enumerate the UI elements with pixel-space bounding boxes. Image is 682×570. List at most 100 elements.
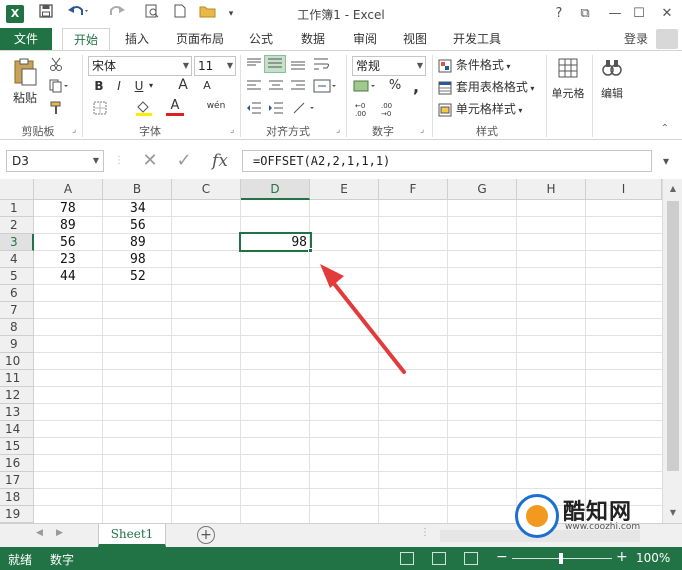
vertical-scrollbar[interactable]: ▲ ▼ [662,179,682,523]
redo-icon[interactable] [104,4,132,24]
row-header[interactable]: 11 [0,370,34,387]
tab-home[interactable]: 开始 [62,28,110,51]
row-header[interactable]: 8 [0,319,34,336]
column-header[interactable]: E [310,179,379,200]
formula-input[interactable]: =OFFSET(A2,2,1,1,1) [242,150,652,172]
increase-decimal-icon[interactable]: ←0.00 [354,101,372,118]
cells-icon[interactable] [556,57,580,81]
scrollbar-thumb[interactable] [667,201,679,471]
currency-icon[interactable] [352,79,378,95]
format-as-table-button[interactable]: 套用表格格式 ▾ [438,78,544,96]
cell-a5[interactable]: 44 [60,268,76,285]
row-header[interactable]: 17 [0,472,34,489]
column-header[interactable]: A [34,179,103,200]
number-format-combo[interactable]: 常规 ▼ [352,56,426,76]
align-middle-icon[interactable] [264,55,286,73]
minimize-icon[interactable]: — [604,3,626,25]
zoom-level[interactable]: 100% [636,551,670,565]
editing-button[interactable]: 编辑 [596,85,628,101]
row-header-selected[interactable]: 3 [0,234,34,251]
column-header[interactable]: I [586,179,662,200]
underline-button[interactable]: U [132,79,146,93]
shrink-font-button[interactable]: A [200,79,214,92]
sheet-next-icon[interactable]: ▶ [56,528,63,538]
cell-b2[interactable]: 56 [130,217,146,234]
column-header[interactable]: B [103,179,172,200]
conditional-formatting-button[interactable]: 条件格式 ▾ [438,56,542,74]
align-left-icon[interactable] [246,79,262,93]
help-icon[interactable]: ? [548,3,570,25]
row-header[interactable]: 16 [0,455,34,472]
copy-icon[interactable] [48,79,72,95]
zoom-out-button[interactable]: − [496,549,508,565]
percent-button[interactable]: % [388,78,402,93]
row-header[interactable]: 5 [0,268,34,285]
row-header[interactable]: 10 [0,353,34,370]
cells-button[interactable]: 单元格 [548,85,588,101]
increase-indent-icon[interactable] [268,101,284,115]
cancel-icon[interactable]: ✕ [138,150,162,172]
decrease-decimal-icon[interactable]: .00 →0 [380,101,398,118]
zoom-slider-thumb[interactable] [559,553,563,564]
align-top-icon[interactable] [246,57,262,71]
fill-color-icon[interactable] [134,99,154,117]
font-size-combo[interactable]: 11 ▼ [194,56,236,76]
bold-button[interactable]: B [92,79,106,93]
tab-data[interactable]: 数据 [292,28,334,50]
wrap-text-icon[interactable] [312,57,332,71]
tab-formulas[interactable]: 公式 [240,28,282,50]
align-center-icon[interactable] [268,79,284,93]
cell-b3[interactable]: 89 [130,234,146,251]
cell-b5[interactable]: 52 [130,268,146,285]
cell-b1[interactable]: 34 [130,200,146,217]
select-all-corner[interactable] [0,179,34,200]
cell-a1[interactable]: 78 [60,200,76,217]
column-header[interactable]: H [517,179,586,200]
scroll-down-icon[interactable]: ▼ [663,505,682,521]
expand-formula-bar-icon[interactable]: ▾ [655,150,677,172]
row-header[interactable]: 12 [0,387,34,404]
number-launcher-icon[interactable]: ⌟ [420,125,424,135]
orientation-icon[interactable] [292,101,316,115]
ribbon-display-icon[interactable]: ⧉ [574,3,596,25]
row-header[interactable]: 2 [0,217,34,234]
font-color-icon[interactable]: A [166,99,184,117]
cell-a3[interactable]: 56 [60,234,76,251]
border-icon[interactable] [92,101,108,117]
close-icon[interactable]: ✕ [656,3,678,25]
cell-a4[interactable]: 23 [60,251,76,268]
open-folder-icon[interactable] [196,4,220,24]
cut-icon[interactable] [48,57,64,73]
column-header[interactable]: F [379,179,448,200]
collapse-ribbon-icon[interactable]: ⌃ [658,123,672,134]
tab-split-handle-icon[interactable]: ⋮ [420,527,430,538]
tab-page-layout[interactable]: 页面布局 [168,28,232,50]
page-break-view-icon[interactable] [464,552,478,565]
decrease-indent-icon[interactable] [246,101,262,115]
cell-styles-button[interactable]: 单元格样式 ▾ [438,100,538,118]
clipboard-launcher-icon[interactable]: ⌟ [72,125,76,135]
font-name-combo[interactable]: 宋体 ▼ [88,56,192,76]
add-sheet-button[interactable]: + [197,526,215,544]
tab-file[interactable]: 文件 [0,28,52,50]
grow-font-button[interactable]: A [176,77,190,93]
name-box[interactable]: D3 ▼ [6,150,104,172]
align-bottom-icon[interactable] [290,57,306,71]
alignment-launcher-icon[interactable]: ⌟ [336,125,340,135]
comma-button[interactable]: , [410,77,422,96]
row-header[interactable]: 7 [0,302,34,319]
normal-view-icon[interactable] [400,552,414,565]
save-icon[interactable] [36,4,56,24]
row-header[interactable]: 19 [0,506,34,523]
undo-icon[interactable] [64,4,92,24]
italic-button[interactable]: I [112,79,126,93]
column-header-selected[interactable]: D [241,179,310,200]
merge-center-icon[interactable] [312,79,338,93]
tab-insert[interactable]: 插入 [116,28,158,50]
row-header[interactable]: 1 [0,200,34,217]
paste-icon[interactable] [10,57,40,87]
tab-review[interactable]: 审阅 [344,28,386,50]
sheet-prev-icon[interactable]: ◀ [36,528,43,538]
row-header[interactable]: 6 [0,285,34,302]
page-layout-view-icon[interactable] [432,552,446,565]
